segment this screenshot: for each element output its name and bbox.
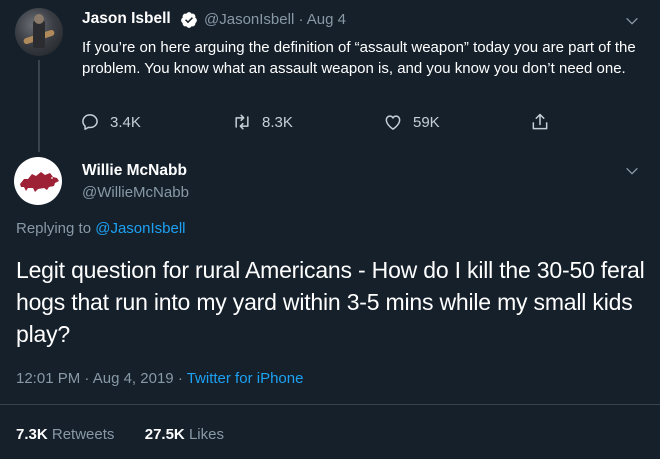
author-name[interactable]: Willie McNabb <box>82 162 187 180</box>
chevron-down-icon[interactable] <box>624 163 640 179</box>
handle[interactable]: @JasonIsbell <box>204 11 294 28</box>
tweet-text: Legit question for rural Americans - How… <box>16 257 645 347</box>
tweet-date[interactable]: Aug 4 <box>307 11 346 28</box>
share-icon <box>532 113 548 130</box>
reply-button[interactable]: 3.4K <box>80 112 141 132</box>
avatar[interactable] <box>14 157 62 205</box>
tweet-time[interactable]: 12:01 PM <box>16 370 80 387</box>
tweet-text: If you’re on here arguing the definition… <box>82 39 636 77</box>
mention-link[interactable]: @JasonIsbell <box>95 220 185 237</box>
reply-icon <box>82 114 98 130</box>
likes-label: Likes <box>188 426 224 443</box>
handle-and-date[interactable]: @JasonIsbell · Aug 4 <box>204 11 346 28</box>
retweets-stat[interactable]: 7.3K Retweets <box>16 426 119 443</box>
retweets-count: 7.3K <box>16 426 48 443</box>
like-count: 59K <box>413 113 440 131</box>
tweet-date[interactable]: Aug 4, 2019 <box>93 370 174 387</box>
retweet-icon <box>235 114 249 130</box>
separator: · <box>298 11 304 28</box>
divider <box>0 404 660 405</box>
retweet-button[interactable]: 8.3K <box>232 112 293 132</box>
figure-head <box>34 14 44 24</box>
replying-to: Replying to @JasonIsbell <box>16 220 186 237</box>
retweet-count: 8.3K <box>262 113 293 131</box>
tweet-source-link[interactable]: Twitter for iPhone <box>187 370 304 387</box>
separator: · <box>84 370 90 387</box>
verified-badge-icon <box>181 12 197 28</box>
likes-stat[interactable]: 27.5K Likes <box>145 426 224 443</box>
reply-count: 3.4K <box>110 113 141 131</box>
tweet-meta: 12:01 PM · Aug 4, 2019 · Twitter for iPh… <box>16 370 303 387</box>
thread-connector-line <box>38 60 40 152</box>
handle[interactable]: @WillieMcNabb <box>82 184 189 201</box>
share-button[interactable] <box>530 112 550 132</box>
retweets-label: Retweets <box>51 426 115 443</box>
avatar[interactable] <box>15 8 63 56</box>
separator: · <box>177 370 183 387</box>
razorback-hog-logo <box>20 172 59 192</box>
like-button[interactable]: 59K <box>383 112 440 132</box>
engagement-stats: 7.3K Retweets 27.5K Likes <box>16 426 224 443</box>
likes-count: 27.5K <box>144 426 185 443</box>
author-name[interactable]: Jason Isbell <box>82 10 171 28</box>
replying-prefix: Replying to <box>16 220 92 237</box>
chevron-down-icon[interactable] <box>624 13 640 29</box>
heart-icon <box>385 115 401 130</box>
